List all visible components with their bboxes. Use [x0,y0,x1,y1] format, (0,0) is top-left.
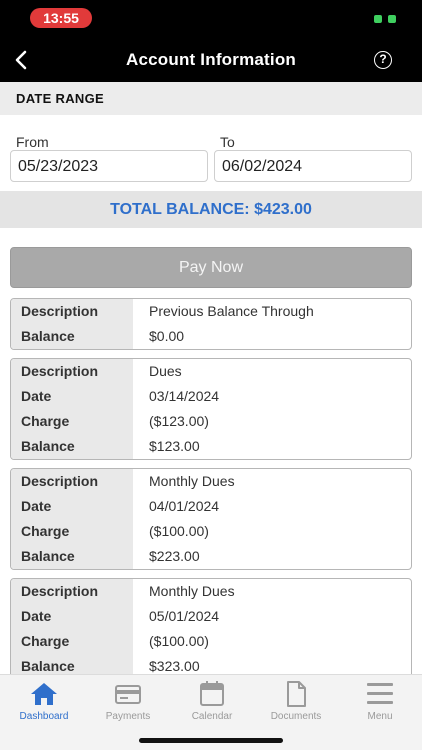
tab-dashboard[interactable]: Dashboard [2,681,86,725]
tab-calendar[interactable]: Calendar [170,681,254,725]
transaction-row: Date 04/01/2024 [11,494,411,519]
transaction-field-value: 04/01/2024 [149,498,220,514]
page-title: Account Information [125,50,296,69]
calendar-icon [197,681,227,707]
transaction-field-label: Description [11,579,133,604]
transaction-row: Date 05/01/2024 [11,604,411,629]
transaction-row: Description Dues [11,359,411,384]
transaction-field-label: Description [11,359,133,384]
transaction-field-label: Balance [11,324,133,349]
status-bar: 13:55 [0,0,422,38]
transaction-field-value: $223.00 [149,548,200,564]
date-range-heading-label: DATE RANGE [16,91,104,106]
transaction-row: Charge ($123.00) [11,409,411,434]
transaction-card: Description Monthly Dues Date 04/01/2024 Cha… [10,468,412,570]
home-icon [29,681,59,707]
transaction-field-label: Balance [11,434,133,459]
from-date-field[interactable]: 05/23/2023 [10,150,208,182]
tab-menu[interactable]: Menu [338,681,422,725]
transaction-row: Description Previous Balance Through [11,299,411,324]
transaction-field-label: Charge [11,519,133,544]
date-range-heading: DATE RANGE [0,82,422,115]
tab-documents-label: Documents [270,711,322,722]
transaction-field-label: Description [11,299,133,324]
home-indicator [139,738,283,743]
transaction-row: Balance $223.00 [11,544,411,569]
document-icon [281,681,311,707]
transaction-field-value: Monthly Dues [149,583,235,599]
transaction-card: Description Dues Date 03/14/2024 Charge ($123… [10,358,412,460]
transaction-field-label: Charge [11,409,133,434]
transaction-row: Charge ($100.00) [11,629,411,654]
battery-icon [374,13,396,25]
transaction-field-label: Description [11,469,133,494]
transaction-field-label: Balance [11,544,133,569]
transaction-field-value: ($100.00) [149,523,209,539]
tab-menu-label: Menu [367,711,393,722]
transaction-field-label: Charge [11,629,133,654]
transaction-field-value: $0.00 [149,328,185,344]
credit-card-icon [113,681,143,707]
transaction-field-value: Previous Balance Through [149,303,314,319]
transaction-field-value: 03/14/2024 [149,388,220,404]
total-balance-bar: TOTAL BALANCE: $423.00 [0,191,422,228]
transaction-row: Charge ($100.00) [11,519,411,544]
to-label: To [220,134,235,150]
transaction-field-value: ($100.00) [149,633,209,649]
transaction-row: Balance $0.00 [11,324,411,349]
transaction-card: Description Previous Balance Through Balan… [10,298,412,350]
total-balance-text: TOTAL BALANCE: $423.00 [110,201,312,218]
menu-icon [365,681,395,707]
pay-now-button[interactable]: Pay Now [10,247,412,288]
tab-payments-label: Payments [105,711,151,722]
tab-payments[interactable]: Payments [86,681,170,725]
transaction-field-value: Monthly Dues [149,473,235,489]
transaction-row: Description Monthly Dues [11,579,411,604]
transaction-field-value: $123.00 [149,438,200,454]
tab-documents[interactable]: Documents [254,681,338,725]
to-date-field[interactable]: 06/02/2024 [214,150,412,182]
transaction-field-value: ($123.00) [149,413,209,429]
transaction-field-label: Date [11,604,133,629]
transaction-row: Balance $123.00 [11,434,411,459]
transaction-field-value: 05/01/2024 [149,608,220,624]
transaction-field-value: Dues [149,363,182,379]
tab-dashboard-label: Dashboard [19,711,69,722]
help-icon[interactable]: ? [374,51,392,69]
transaction-row: Description Monthly Dues [11,469,411,494]
from-label: From [16,134,49,150]
transaction-field-label: Date [11,494,133,519]
transaction-field-label: Date [11,384,133,409]
transaction-row: Date 03/14/2024 [11,384,411,409]
transaction-card: Description Monthly Dues Date 05/01/2024 Cha… [10,578,412,680]
status-time: 13:55 [30,8,92,28]
nav-bar: Account Information ? [0,38,422,82]
tab-calendar-label: Calendar [191,711,233,722]
